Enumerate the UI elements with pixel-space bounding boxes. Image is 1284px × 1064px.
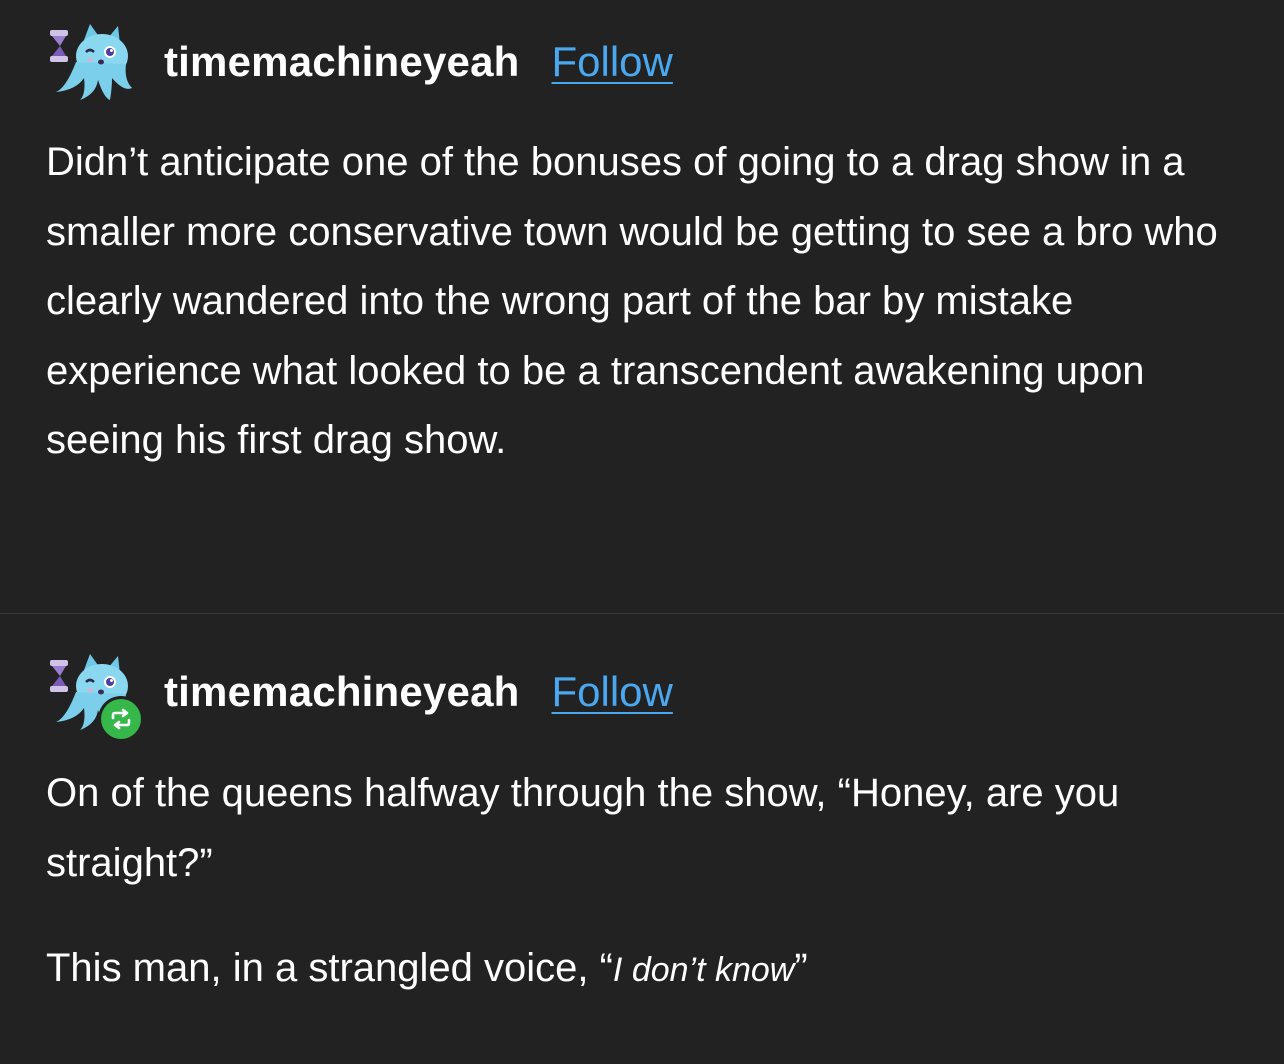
post: timemachineyeah Follow Didn’t anticipate… [0, 0, 1284, 613]
post-body: Didn’t anticipate one of the bonuses of … [46, 128, 1246, 476]
follow-button[interactable]: Follow [552, 668, 673, 716]
post-text: On of the queens halfway through the sho… [46, 771, 1120, 885]
reblog-icon [111, 708, 131, 730]
post-header: timemachineyeah Follow [46, 22, 673, 102]
post-body: On of the queens halfway through the sho… [46, 759, 1246, 1006]
username[interactable]: timemachineyeah [164, 668, 520, 716]
ghost-cat-avatar-icon [50, 24, 132, 100]
quote-trail: ” [794, 946, 808, 990]
post: timemachineyeah Follow On of the queens … [0, 614, 1284, 1064]
username[interactable]: timemachineyeah [164, 38, 520, 86]
avatar[interactable] [46, 652, 144, 742]
quote-lead: This man, in a strangled voice, “ [46, 946, 613, 990]
quote-italic: I don’t know [612, 951, 795, 989]
reblog-badge [98, 696, 144, 742]
post-header: timemachineyeah Follow [46, 652, 673, 742]
post-text: This man, in a strangled voice, “I don’t… [46, 934, 1246, 1006]
avatar[interactable] [46, 22, 134, 102]
post-text: Didn’t anticipate one of the bonuses of … [46, 140, 1218, 462]
follow-button[interactable]: Follow [552, 38, 673, 86]
